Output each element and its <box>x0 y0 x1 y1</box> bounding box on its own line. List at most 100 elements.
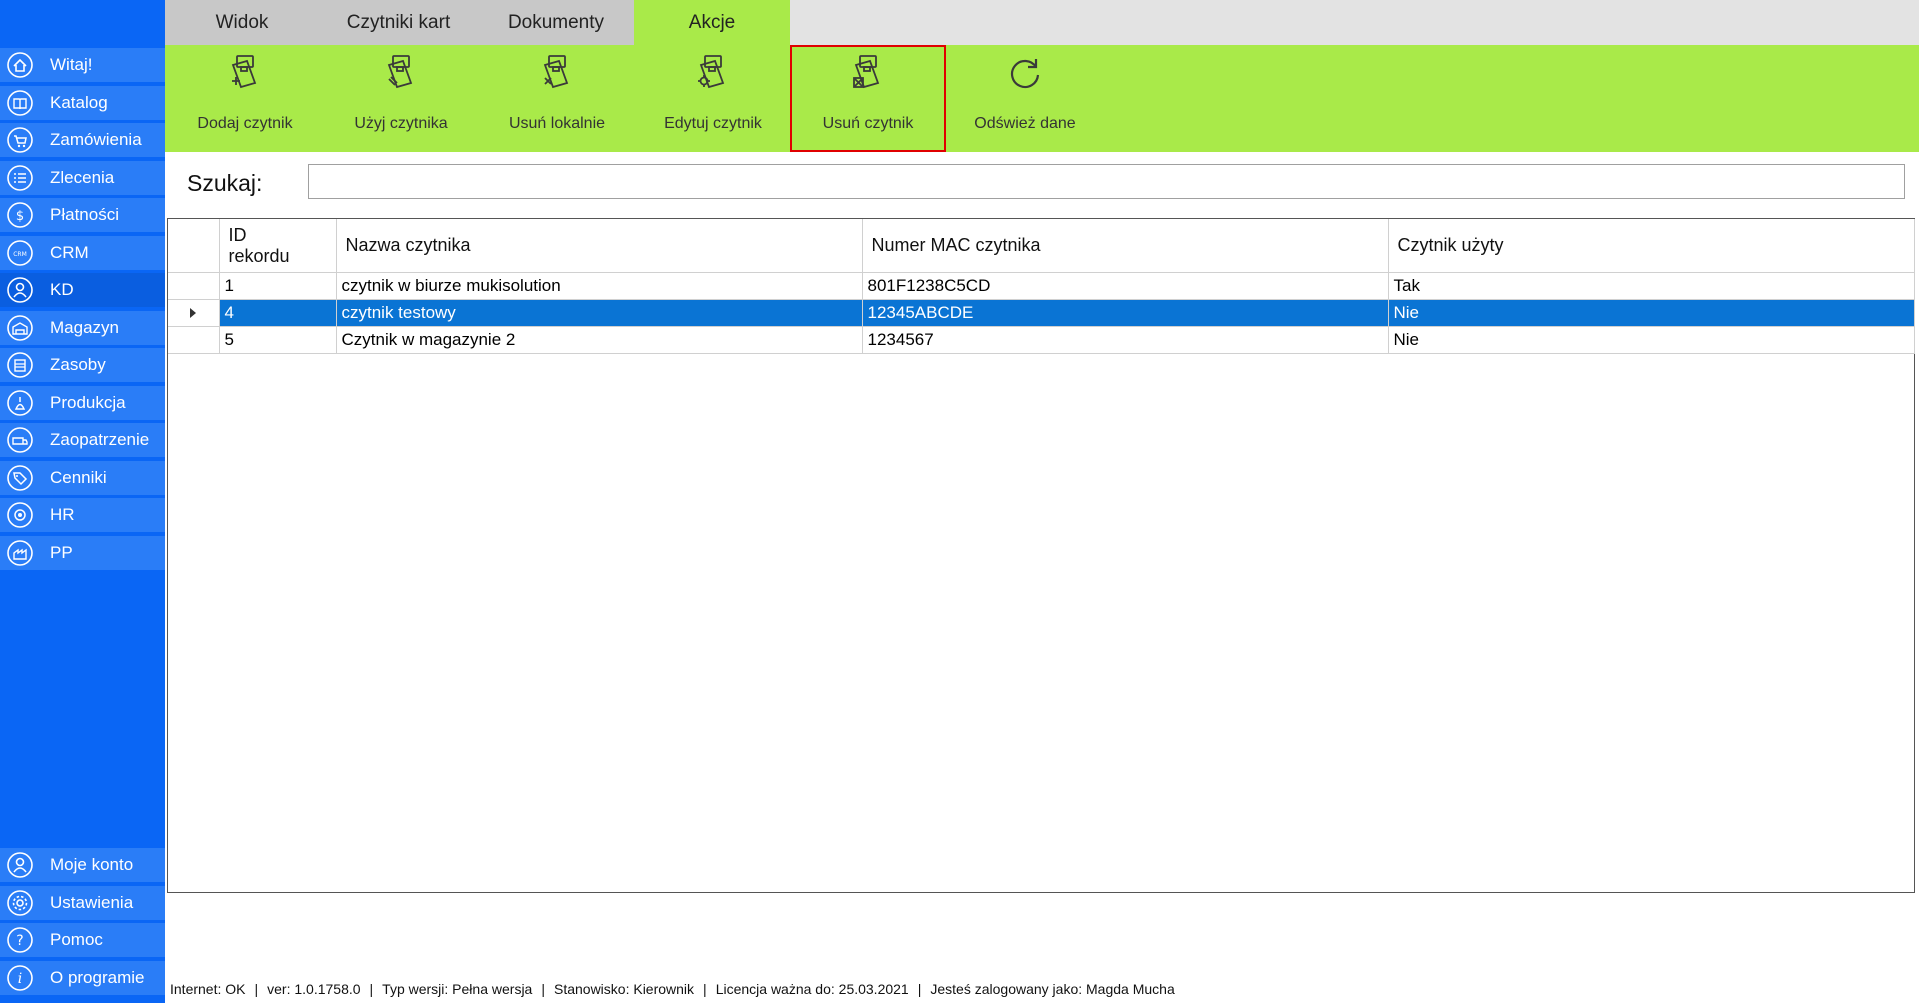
sidebar-bottom-nav: Moje konto Ustawienia ? Pomoc i O programi… <box>0 848 165 998</box>
edit-reader-button[interactable]: Edytuj czytnik <box>635 45 791 152</box>
ribbon-button-label: Usuń lokalnie <box>508 115 606 132</box>
column-header-id[interactable]: ID rekordu <box>219 219 337 273</box>
sidebar-item-label: KD <box>50 280 74 299</box>
sidebar-item-moje-konto[interactable]: Moje konto <box>0 848 165 882</box>
status-separator: | <box>369 981 374 997</box>
table-row[interactable]: 5 Czytnik w magazynie 2 1234567 Nie <box>168 326 1915 354</box>
add-reader-button[interactable]: Dodaj czytnik <box>167 45 323 152</box>
row-selector[interactable] <box>168 272 220 300</box>
cell-used: Nie <box>1388 299 1915 327</box>
cell-mac: 12345ABCDE <box>862 299 1389 327</box>
table-row[interactable]: 1 czytnik w biurze mukisolution 801F1238… <box>168 272 1915 300</box>
current-row-arrow-icon <box>190 308 197 318</box>
sidebar-item-o-programie[interactable]: i O programie <box>0 960 165 995</box>
sidebar-item-label: Zlecenia <box>50 167 115 187</box>
tabs-group: Widok Czytniki kart Dokumenty <box>165 0 634 45</box>
warehouse-icon <box>6 314 34 342</box>
status-separator: | <box>917 981 922 997</box>
tab-label: Dokumenty <box>507 11 605 33</box>
sidebar: Witaj! Katalog Zamówienia Zlecenia $ Płat… <box>0 0 165 1003</box>
column-header-name[interactable]: Nazwa czytnika <box>336 219 863 273</box>
card-reader-add-icon <box>231 55 257 89</box>
cell-id: 4 <box>219 299 337 327</box>
cart-icon <box>6 126 34 154</box>
card-reader-remove-local-icon <box>543 55 569 89</box>
account-icon <box>6 851 34 879</box>
sidebar-item-magazyn[interactable]: Magazyn <box>0 310 165 345</box>
cell-name: czytnik testowy <box>336 299 863 327</box>
sidebar-item-label: Płatności <box>50 205 119 224</box>
use-reader-button[interactable]: Użyj czytnika <box>323 45 479 152</box>
sidebar-item-katalog[interactable]: Katalog <box>0 85 165 120</box>
sidebar-item-label: Ustawienia <box>50 892 134 912</box>
card-reader-use-icon <box>387 55 413 89</box>
row-selector[interactable] <box>168 299 220 327</box>
sidebar-item-pp[interactable]: PP <box>0 535 165 570</box>
ribbon-button-label: Dodaj czytnik <box>197 115 293 132</box>
sidebar-item-zlecenia[interactable]: Zlecenia <box>0 160 165 195</box>
table-row-selected[interactable]: 4 czytnik testowy 12345ABCDE Nie <box>168 299 1915 327</box>
svg-text:$: $ <box>16 209 24 224</box>
status-version: ver: 1.0.1758.0 <box>267 981 361 997</box>
hr-icon <box>6 501 34 529</box>
sidebar-nav: Witaj! Katalog Zamówienia Zlecenia $ Płat… <box>0 48 165 573</box>
delete-reader-button[interactable]: Usuń czytnik <box>790 45 946 152</box>
sidebar-item-label: Zaopatrzenie <box>50 430 150 449</box>
svg-text:i: i <box>18 971 22 987</box>
row-header-corner <box>168 219 220 273</box>
search-input[interactable] <box>308 164 1905 199</box>
status-role: Stanowisko: Kierownik <box>553 981 695 997</box>
list-icon <box>6 164 34 192</box>
status-separator: | <box>541 981 545 997</box>
ribbon-button-label: Usuń czytnik <box>822 115 914 132</box>
sidebar-item-kd[interactable]: KD <box>0 273 165 307</box>
card-reader-delete-icon <box>853 55 880 89</box>
sidebar-item-crm[interactable]: CRM CRM <box>0 235 165 270</box>
sidebar-item-cenniki[interactable]: Cenniki <box>0 460 165 495</box>
table-header-row: ID rekordu Nazwa czytnika Numer MAC czyt… <box>168 219 1915 273</box>
sidebar-item-zamowienia[interactable]: Zamówienia <box>0 123 165 157</box>
sidebar-item-label: HR <box>50 505 75 524</box>
resources-icon <box>6 351 34 379</box>
ribbon-button-label: Użyj czytnika <box>354 115 448 132</box>
sidebar-item-label: Moje konto <box>50 855 134 874</box>
sidebar-item-hr[interactable]: HR <box>0 498 165 532</box>
tab-dokumenty[interactable]: Dokumenty <box>478 0 634 45</box>
sidebar-item-witaj[interactable]: Witaj! <box>0 48 165 82</box>
book-icon <box>6 89 34 117</box>
card-reader-edit-icon <box>698 55 725 89</box>
remove-locally-button[interactable]: Usuń lokalnie <box>479 45 635 152</box>
status-bar: Internet: OK | ver: 1.0.1758.0 | Typ wersji:… <box>170 981 1175 997</box>
refresh-data-button[interactable]: Odśwież dane <box>947 45 1103 152</box>
sidebar-item-ustawienia[interactable]: Ustawienia <box>0 885 165 920</box>
sidebar-item-label: Katalog <box>50 92 108 112</box>
ribbon-button-label: Odśwież dane <box>974 115 1076 132</box>
sidebar-item-zasoby[interactable]: Zasoby <box>0 348 165 382</box>
tab-akcje[interactable]: Akcje <box>634 0 790 45</box>
sidebar-item-pomoc[interactable]: ? Pomoc <box>0 923 165 957</box>
truck-icon <box>6 426 34 454</box>
status-separator: | <box>254 981 259 997</box>
column-header-mac[interactable]: Numer MAC czytnika <box>862 219 1389 273</box>
sidebar-item-zaopatrzenie[interactable]: Zaopatrzenie <box>0 423 165 457</box>
info-icon: i <box>6 964 34 992</box>
sidebar-item-produkcja[interactable]: Produkcja <box>0 385 165 420</box>
pp-icon <box>6 539 34 567</box>
refresh-icon <box>1010 59 1040 89</box>
sidebar-item-label: Pomoc <box>50 930 103 949</box>
home-icon <box>6 51 34 79</box>
help-icon: ? <box>6 926 34 954</box>
cell-name: Czytnik w magazynie 2 <box>336 326 863 354</box>
status-separator: | <box>703 981 707 997</box>
column-header-used[interactable]: Czytnik użyty <box>1388 219 1915 273</box>
tab-label: Czytniki kart <box>346 11 451 33</box>
ribbon-button-label: Edytuj czytnik <box>664 115 762 132</box>
tab-czytniki-kart[interactable]: Czytniki kart <box>319 0 478 45</box>
row-selector[interactable] <box>168 326 220 354</box>
status-internet: Internet: OK <box>170 981 246 997</box>
sidebar-item-label: Zasoby <box>50 355 106 374</box>
sidebar-item-label: Zamówienia <box>50 130 142 149</box>
tab-widok[interactable]: Widok <box>165 0 319 45</box>
sidebar-item-platnosci[interactable]: $ Płatności <box>0 198 165 232</box>
user-icon <box>6 276 34 304</box>
